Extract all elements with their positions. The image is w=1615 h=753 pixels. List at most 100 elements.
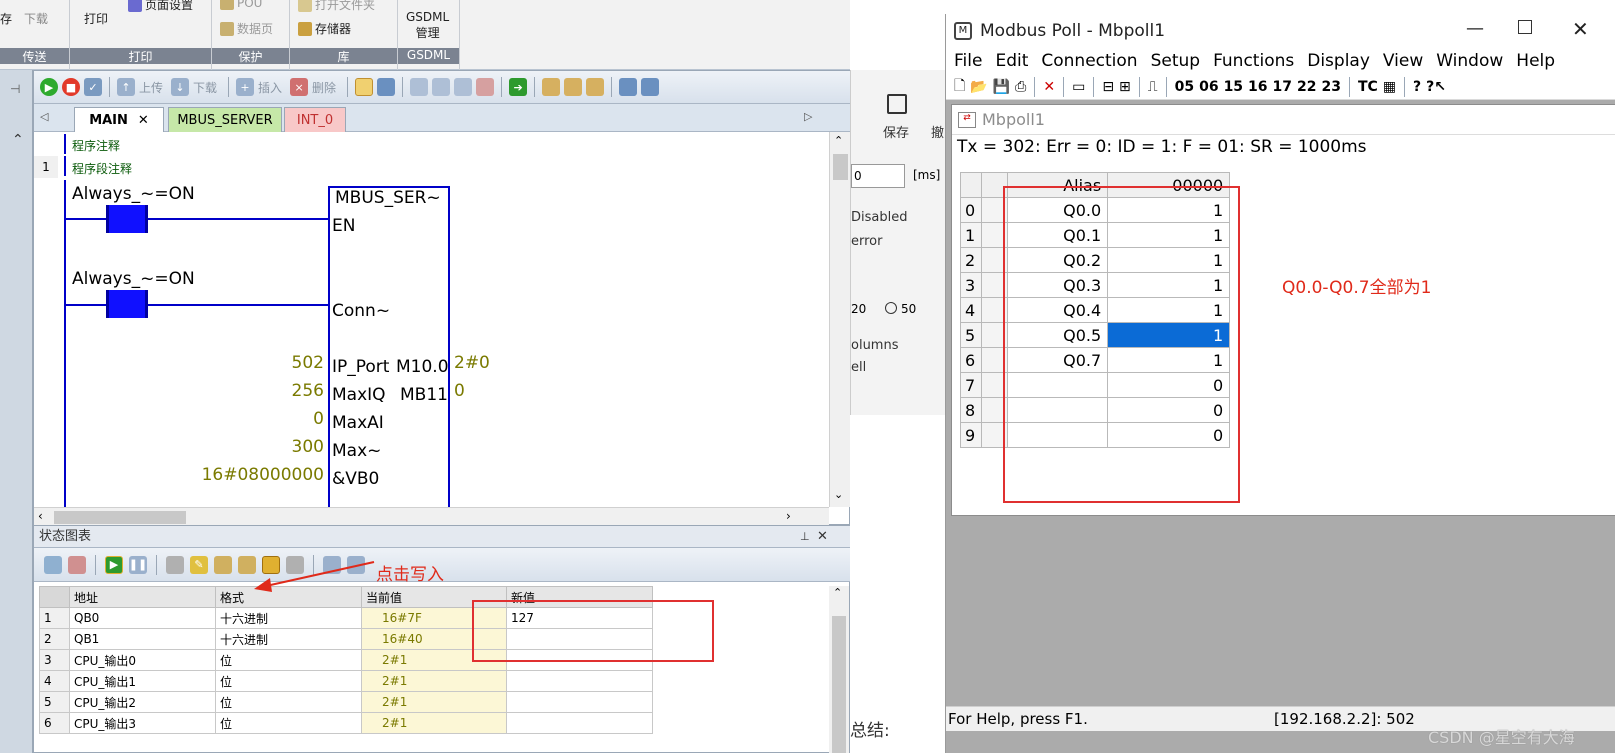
format-cell[interactable]: 位 [215,649,362,671]
branch-right-icon[interactable] [454,78,473,96]
coil-icon[interactable] [641,78,660,96]
open-icon[interactable]: 📂 [970,79,987,95]
radio-50[interactable] [885,302,897,314]
menu-view[interactable]: View [1383,51,1423,71]
close-icon[interactable]: ✕ [138,113,149,128]
ribbon-save-button[interactable]: 存 [0,10,12,27]
tabs-scroll-left-icon[interactable]: ◁ [40,110,48,123]
pin-icon[interactable]: ⊥ [800,526,810,548]
menu-connection[interactable]: Connection [1041,51,1137,71]
minimize-icon[interactable]: — [1466,18,1484,39]
new-value-cell[interactable] [506,691,653,713]
address-cell[interactable]: QB0 [69,607,216,629]
menu-file[interactable]: File [954,51,982,71]
page-setup-button[interactable]: 页面设置 [128,0,193,13]
gsdml-manage-button[interactable]: GSDML 管理 [406,10,449,41]
table-row[interactable]: 6 CPU_输出3 位 2#1 [39,712,653,734]
compile-icon[interactable]: ✓ [84,78,102,96]
address-cell[interactable]: CPU_输出0 [69,649,216,671]
new-value-cell[interactable] [506,670,653,692]
fc-06-button[interactable]: 06 [1199,79,1218,95]
tabs-scroll-right-icon[interactable]: ▷ [804,110,812,123]
network-view-icon[interactable] [355,78,374,96]
traffic-button[interactable]: TC [1358,79,1378,95]
scroll-left-icon[interactable]: ‹ [38,509,43,523]
force-icon[interactable] [214,555,232,574]
scroll-up-icon[interactable]: ⌃ [833,586,842,599]
maximize-icon[interactable] [1518,20,1532,34]
scroll-right-icon[interactable]: › [786,509,791,523]
radio-20-label[interactable]: 20 [851,302,866,316]
undo-label[interactable]: 撤 [931,122,944,141]
fc-17-button[interactable]: 17 [1273,79,1292,95]
chart-icon[interactable]: ▦ [1383,79,1396,95]
contact-always-on-2[interactable] [106,290,148,318]
address-cell[interactable]: QB1 [69,628,216,650]
new-value-cell[interactable] [506,712,653,734]
write-icon[interactable]: ✎ [190,555,208,574]
maxai-value[interactable]: 0 [313,409,324,429]
unlock-all-icon[interactable] [586,78,605,96]
editor-horizontal-scrollbar[interactable]: ‹ › [34,507,829,526]
insert-button[interactable]: 插入 [258,79,282,96]
goto-icon[interactable]: ➔ [509,78,528,96]
single-read-icon[interactable] [166,555,184,574]
menu-window[interactable]: Window [1436,51,1503,71]
max-value[interactable]: 300 [292,437,324,457]
menu-setup[interactable]: Setup [1151,51,1200,71]
program-comment[interactable]: 程序注释 [72,137,120,154]
ribbon-download-button[interactable]: 下载 [24,10,48,27]
scroll-up-icon[interactable]: ⌃ [834,134,843,147]
unlock-icon[interactable] [564,78,583,96]
pause-icon[interactable]: ❚❚ [129,555,147,574]
editor-vertical-scrollbar[interactable]: ⌃ ⌄ [829,132,851,507]
data-page-button[interactable]: 数据页 [220,20,273,37]
fc-05-button[interactable]: 05 [1175,79,1194,95]
fc-16-button[interactable]: 16 [1248,79,1267,95]
delete-row-icon[interactable] [68,555,86,574]
scroll-thumb[interactable] [832,616,846,753]
format-cell[interactable]: 十六进制 [215,607,362,629]
address-cell[interactable]: CPU_输出2 [69,691,216,713]
menu-functions[interactable]: Functions [1213,51,1294,71]
pulse-icon[interactable]: ⎍ [1148,79,1158,95]
run-icon[interactable]: ▶ [40,78,58,96]
project-tree-collapsed[interactable]: ⊣ ⌃ [0,70,33,753]
vb0-value[interactable]: 16#08000000 [202,465,324,485]
close-icon[interactable]: ✕ [1572,17,1589,41]
pin-icon[interactable]: ⊣ [10,82,20,96]
fc-22-button[interactable]: 22 [1297,79,1316,95]
pou-button[interactable]: POU [220,0,262,10]
ip-port-value[interactable]: 502 [292,353,324,373]
tab-mbus-server[interactable]: MBUS_SERVER [168,107,282,132]
col-header-address[interactable]: 地址 [69,586,216,608]
table-row[interactable]: 5 CPU_输出2 位 2#1 [39,691,653,713]
delete-button[interactable]: 删除 [312,79,336,96]
menu-help[interactable]: Help [1516,51,1555,71]
save-label[interactable]: 保存 [883,122,909,141]
delete-line-icon[interactable] [476,78,495,96]
format-cell[interactable]: 位 [215,691,362,713]
interval-input[interactable]: 0 [851,164,905,188]
branch-left-icon[interactable] [432,78,451,96]
scroll-thumb[interactable] [54,511,186,524]
address-cell[interactable]: CPU_输出1 [69,670,216,692]
open-folder-button[interactable]: 打开文件夹 [298,0,375,13]
contact-icon[interactable] [619,78,638,96]
download-button[interactable]: 下载 [193,79,217,96]
help-icon[interactable]: ? [1413,79,1421,95]
box-icon[interactable] [410,78,429,96]
menu-display[interactable]: Display [1307,51,1370,71]
stop-icon[interactable]: ■ [62,78,80,96]
menu-edit[interactable]: Edit [995,51,1028,71]
scroll-thumb[interactable] [833,154,848,180]
ladder-area[interactable]: 程序注释 1 程序段注释 Always_~=ON Always_~=ON MBU… [34,132,829,507]
insert-row-icon[interactable] [44,555,62,574]
write-icon[interactable]: ⊞ [1119,79,1131,95]
fc-23-button[interactable]: 23 [1322,79,1341,95]
fc-15-button[interactable]: 15 [1224,79,1243,95]
table-row[interactable]: 4 CPU_输出1 位 2#1 [39,670,653,692]
scroll-down-icon[interactable]: ⌄ [834,488,843,501]
read-icon[interactable]: ⊟ [1102,79,1114,95]
window-icon[interactable]: ▭ [1072,79,1085,95]
